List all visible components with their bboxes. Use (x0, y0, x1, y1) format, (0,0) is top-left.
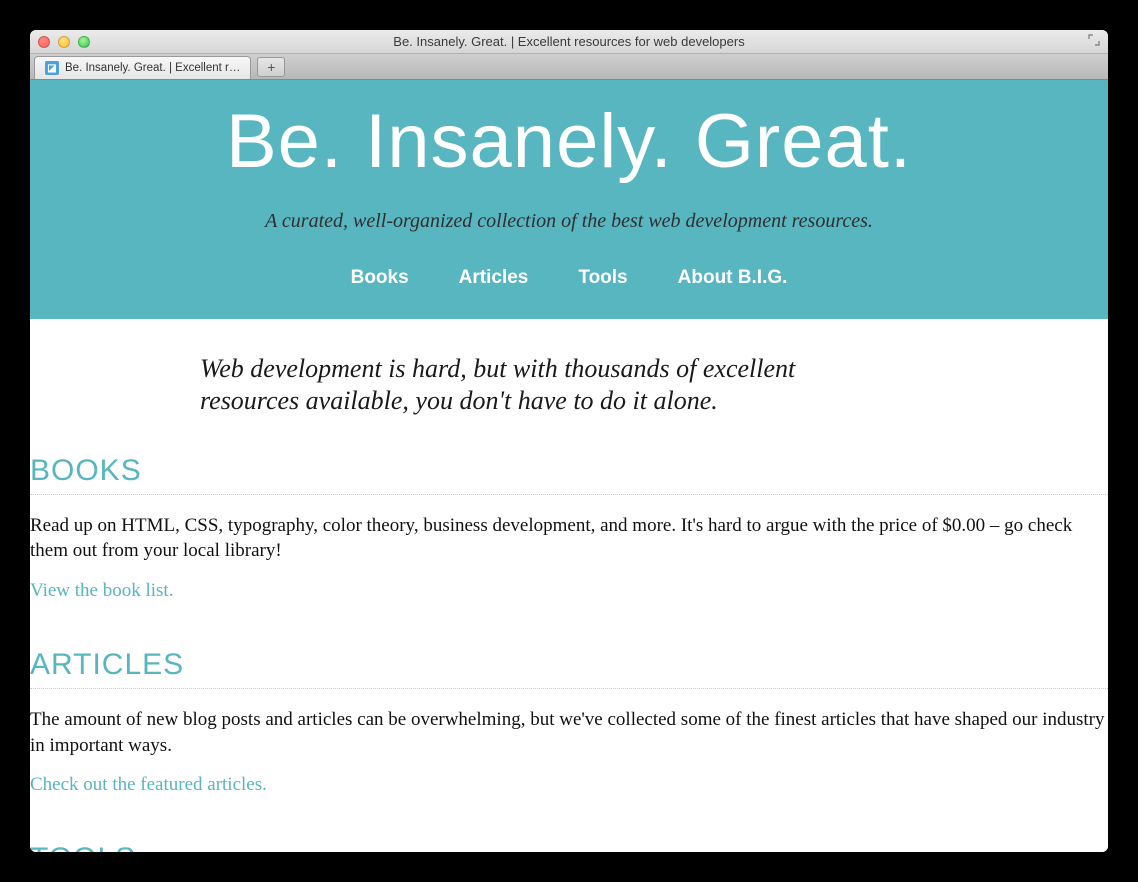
nav-about[interactable]: About B.I.G. (678, 267, 788, 289)
zoom-window-button[interactable] (78, 36, 90, 48)
favicon-icon: ◪ (45, 61, 59, 75)
page-content[interactable]: Be. Insanely. Great. A curated, well-org… (30, 80, 1108, 852)
tools-heading: TOOLS (30, 836, 1108, 852)
fullscreen-icon[interactable] (1088, 34, 1100, 50)
articles-link[interactable]: Check out the featured articles. (30, 774, 267, 796)
tabbar: ◪ Be. Insanely. Great. | Excellent r… + (30, 54, 1108, 80)
browser-tab-active[interactable]: ◪ Be. Insanely. Great. | Excellent r… (34, 56, 251, 79)
window-title: Be. Insanely. Great. | Excellent resourc… (30, 34, 1108, 49)
tab-label: Be. Insanely. Great. | Excellent r… (65, 62, 240, 74)
titlebar: Be. Insanely. Great. | Excellent resourc… (30, 30, 1108, 54)
hero: Be. Insanely. Great. A curated, well-org… (30, 80, 1108, 319)
site-subtitle: A curated, well-organized collection of … (50, 210, 1088, 233)
nav-tools[interactable]: Tools (578, 267, 627, 289)
browser-window: Be. Insanely. Great. | Excellent resourc… (30, 30, 1108, 852)
traffic-lights (38, 36, 90, 48)
close-window-button[interactable] (38, 36, 50, 48)
intro-text: Web development is hard, but with thousa… (30, 319, 950, 448)
section-books: BOOKS Read up on HTML, CSS, typography, … (30, 448, 1108, 642)
books-body: Read up on HTML, CSS, typography, color … (30, 513, 1108, 564)
section-tools: TOOLS There are thousands of excellent (… (30, 836, 1108, 852)
nav-books[interactable]: Books (351, 267, 409, 289)
section-articles: ARTICLES The amount of new blog posts an… (30, 642, 1108, 836)
new-tab-button[interactable]: + (257, 57, 285, 77)
nav-articles[interactable]: Articles (459, 267, 529, 289)
books-heading: BOOKS (30, 448, 1108, 495)
plus-icon: + (267, 59, 275, 75)
main-nav: Books Articles Tools About B.I.G. (50, 267, 1088, 289)
articles-body: The amount of new blog posts and article… (30, 707, 1108, 758)
site-title: Be. Insanely. Great. (50, 102, 1088, 182)
books-link[interactable]: View the book list. (30, 580, 173, 602)
minimize-window-button[interactable] (58, 36, 70, 48)
articles-heading: ARTICLES (30, 642, 1108, 689)
main-body: Web development is hard, but with thousa… (30, 319, 1108, 852)
